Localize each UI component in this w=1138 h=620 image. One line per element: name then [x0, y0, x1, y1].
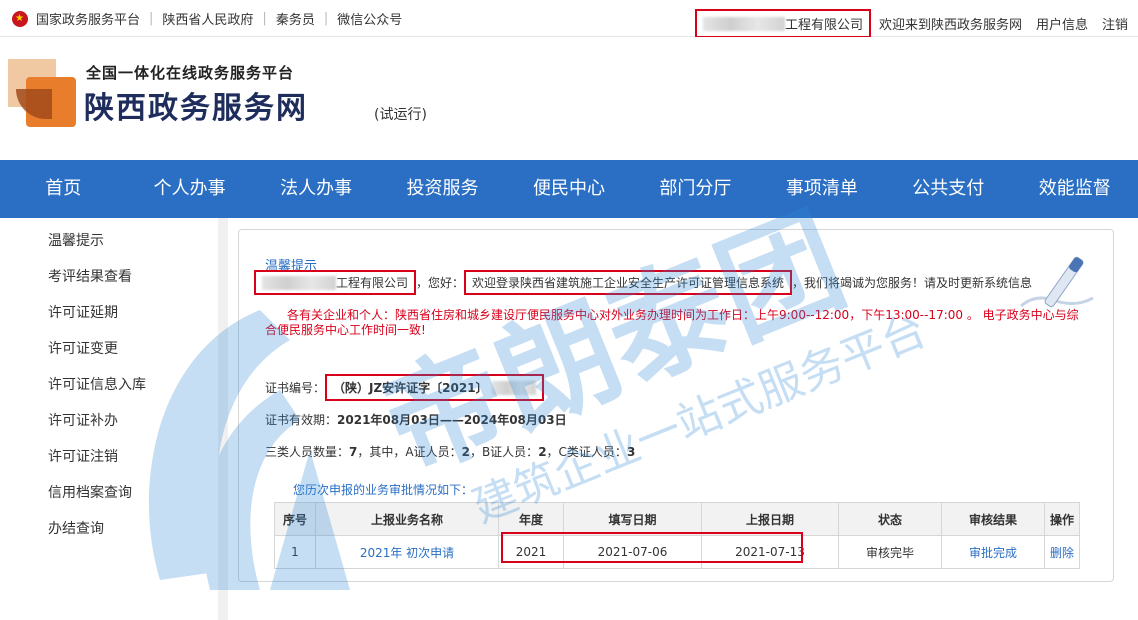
nav-legal-person[interactable]: 法人办事	[253, 160, 379, 218]
welcome-text: 欢迎来到陕西政务服务网	[878, 18, 1022, 33]
system-welcome-box: 欢迎登录陕西省建筑施工企业安全生产许可证管理信息系统	[464, 270, 793, 295]
greeting-end: ，我们将竭诚为您服务！请及时更新系统信息	[792, 276, 1033, 290]
cert-number-box: （陕）JZ安许证字〔2021〕	[325, 374, 544, 401]
col-business-name: 上报业务名称	[315, 502, 499, 536]
redacted-block	[491, 380, 536, 395]
counts-a: 2	[461, 445, 470, 459]
validity-label: 证书有效期：	[265, 413, 338, 427]
table-header-row: 序号 上报业务名称 年度 填写日期 上报日期 状态 审核结果 操作	[274, 502, 1080, 536]
top-links: 国家政务服务平台 | 陕西省人民政府 | 秦务员 | 微信公众号	[12, 9, 402, 28]
nav-item-list[interactable]: 事项清单	[759, 160, 885, 218]
greeting-tail: ，您好：	[416, 276, 465, 290]
national-emblem-icon	[12, 10, 28, 27]
nav-departments[interactable]: 部门分厅	[632, 160, 758, 218]
staff-counts-row: 三类人员数量：7，其中，A证人员：2，B证人员：2，C类证人员：3	[265, 443, 635, 460]
col-status: 状态	[838, 502, 942, 536]
row-business-name-link[interactable]: 2021年 初次申请	[315, 535, 499, 569]
system-welcome: 欢迎登录陕西省建筑施工企业安全生产许可证管理信息系统	[472, 276, 785, 290]
link-qinwuyuan[interactable]: 秦务员	[276, 9, 315, 28]
col-action: 操作	[1044, 502, 1080, 536]
validity-row: 证书有效期：2021年08月03日——2024年08月03日	[265, 411, 567, 428]
row-status: 审核完毕	[838, 535, 942, 569]
nav-convenience[interactable]: 便民中心	[506, 160, 632, 218]
company-name-box: 工程有限公司	[254, 270, 417, 295]
sidebar-item-credit[interactable]: 信用档案查询	[48, 482, 132, 502]
link-shaanxi-government[interactable]: 陕西省人民政府	[162, 9, 253, 28]
logout-link[interactable]: 注销	[1102, 14, 1128, 33]
nav-supervision[interactable]: 效能监督	[1012, 160, 1138, 218]
counts-c-label: ，C类证人员：	[546, 445, 627, 459]
company-suffix: 工程有限公司	[784, 18, 863, 33]
row-no: 1	[274, 535, 316, 569]
nav-home[interactable]: 首页	[0, 160, 126, 218]
sidebar-item-change[interactable]: 许可证变更	[48, 338, 118, 358]
counts-b: 2	[538, 445, 547, 459]
site-header: 全国一体化在线政务服务平台 陕西政务服务网 (试运行)	[0, 37, 1138, 160]
cert-value: （陕）JZ安许证字〔2021〕	[333, 381, 488, 395]
logo-subtitle: 全国一体化在线政务服务平台	[86, 64, 295, 82]
greeting-line: 工程有限公司 ，您好： 欢迎登录陕西省建筑施工企业安全生产许可证管理信息系统 ，…	[254, 270, 1032, 295]
divider: |	[323, 11, 329, 26]
row-fill-date: 2021-07-06	[563, 535, 702, 569]
history-title: 您历次申报的业务审批情况如下：	[293, 483, 474, 497]
row-delete-link[interactable]: 删除	[1044, 535, 1080, 569]
sidebar-item-extension[interactable]: 许可证延期	[48, 302, 118, 322]
user-info-link[interactable]: 用户信息	[1036, 14, 1088, 33]
validity-value: 2021年08月03日——2024年08月03日	[337, 413, 567, 427]
divider: |	[262, 11, 267, 26]
nav-personal[interactable]: 个人办事	[126, 160, 252, 218]
notice-text: 各有关企业和个人：陕西省住房和城乡建设厅便民服务中心对外业务办理时间为工作日：上…	[265, 308, 1079, 337]
certificate-number-row: 证书编号： （陕）JZ安许证字〔2021〕	[265, 374, 544, 401]
col-report-date: 上报日期	[701, 502, 839, 536]
sidebar-item-entry[interactable]: 许可证信息入库	[48, 374, 146, 394]
tips-panel: 温馨提示 工程有限公司 ，您好： 欢迎登录陕西省建筑施工企业安全生产许可证管理信…	[238, 229, 1114, 582]
trial-label: (试运行)	[374, 107, 427, 123]
sidebar-item-completed[interactable]: 办结查询	[48, 518, 104, 538]
company-suffix: 工程有限公司	[336, 276, 409, 290]
cert-label: 证书编号：	[265, 381, 326, 395]
sidebar-item-cancel[interactable]: 许可证注销	[48, 446, 118, 466]
counts-c: 3	[626, 445, 636, 459]
col-no: 序号	[274, 502, 316, 536]
row-result-link[interactable]: 审批完成	[941, 535, 1045, 569]
sidebar-item-tips[interactable]: 温馨提示	[48, 230, 104, 250]
sidebar-item-evaluation[interactable]: 考评结果查看	[48, 266, 132, 286]
nav-investment[interactable]: 投资服务	[379, 160, 505, 218]
office-hours-notice: 各有关企业和个人：陕西省住房和城乡建设厅便民服务中心对外业务办理时间为工作日：上…	[265, 308, 1085, 338]
top-bar: 国家政务服务平台 | 陕西省人民政府 | 秦务员 | 微信公众号 工程有限公司 …	[0, 0, 1138, 38]
counts-mid: ，其中，A证人员：	[357, 445, 462, 459]
row-year: 2021	[498, 535, 564, 569]
nav-payment[interactable]: 公共支付	[885, 160, 1011, 218]
company-name-top: 工程有限公司	[694, 9, 871, 38]
table-row: 1 2021年 初次申请 2021 2021-07-06 2021-07-13 …	[274, 535, 1080, 569]
divider: |	[149, 11, 154, 26]
sidebar: 温馨提示 考评结果查看 许可证延期 许可证变更 许可证信息入库 许可证补办 许可…	[0, 218, 228, 620]
site-logo-icon[interactable]	[8, 59, 76, 127]
counts-label: 三类人员数量：	[265, 445, 350, 459]
logo-title[interactable]: 陕西政务服务网	[84, 83, 308, 127]
col-year: 年度	[498, 502, 564, 536]
redacted-block	[702, 16, 785, 31]
top-user-area: 工程有限公司 欢迎来到陕西政务服务网 用户信息 注销	[694, 9, 1128, 38]
link-wechat[interactable]: 微信公众号	[337, 9, 402, 28]
redacted-block	[262, 275, 336, 290]
counts-b-label: ，B证人员：	[469, 445, 539, 459]
history-table: 序号 上报业务名称 年度 填写日期 上报日期 状态 审核结果 操作 1 2021…	[274, 502, 1080, 569]
link-national-platform[interactable]: 国家政务服务平台	[36, 9, 140, 28]
sidebar-item-reissue[interactable]: 许可证补办	[48, 410, 118, 430]
row-report-date: 2021-07-13	[701, 535, 839, 569]
col-fill-date: 填写日期	[563, 502, 702, 536]
main-nav: 首页 个人办事 法人办事 投资服务 便民中心 部门分厅 事项清单 公共支付 效能…	[0, 160, 1138, 218]
col-result: 审核结果	[941, 502, 1045, 536]
